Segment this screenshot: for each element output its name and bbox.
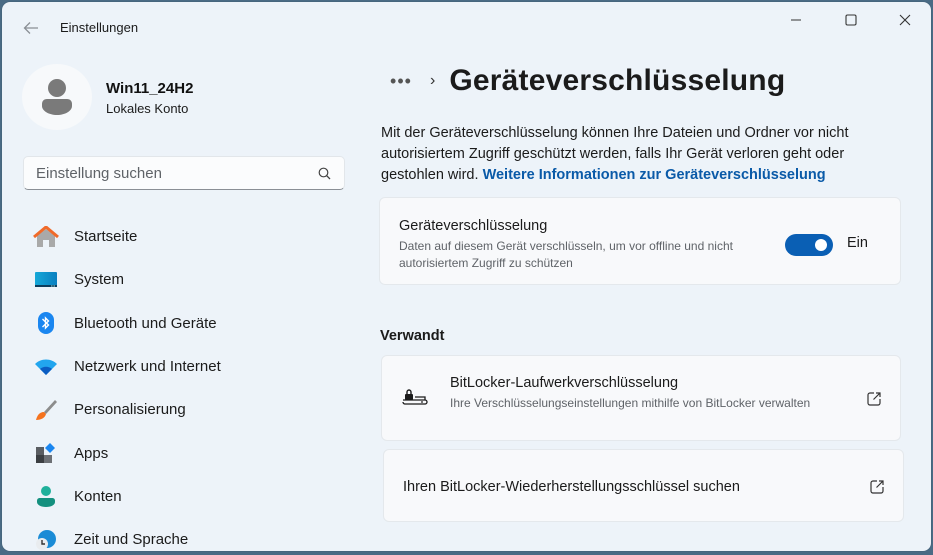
link-title: Ihren BitLocker-Wiederherstellungsschlüs… (403, 479, 740, 495)
breadcrumb-more-button[interactable]: ••• (386, 66, 416, 96)
external-link-icon (866, 391, 882, 407)
bluetooth-icon (32, 311, 60, 335)
arrow-left-icon (23, 22, 38, 34)
sidebar-item-label: Bluetooth und Geräte (74, 314, 217, 332)
sidebar-item-bluetooth[interactable]: Bluetooth und Geräte (24, 302, 354, 345)
bitlocker-drive-icon (402, 388, 428, 406)
device-encryption-toggle[interactable] (785, 234, 833, 256)
account-icon (32, 484, 60, 508)
user-name: Win11_24H2 (106, 80, 194, 97)
chevron-right-icon: › (430, 72, 436, 89)
search-icon[interactable] (316, 165, 332, 181)
app-title: Einstellungen (60, 20, 139, 35)
sidebar-item-label: Apps (74, 444, 109, 462)
back-button[interactable] (16, 14, 46, 42)
account-type: Lokales Konto (106, 101, 189, 116)
close-icon (899, 14, 911, 26)
maximize-button[interactable] (828, 2, 874, 38)
time-language-icon (32, 528, 60, 551)
minimize-icon (791, 19, 801, 21)
breadcrumb: ••• › Geräteverschlüsselung (386, 64, 785, 98)
apps-icon (32, 441, 60, 465)
find-recovery-key-link[interactable]: Ihren BitLocker-Wiederherstellungsschlüs… (383, 449, 904, 522)
sidebar-item-personalisierung[interactable]: Personalisierung (24, 388, 354, 431)
bitlocker-drive-encryption-link[interactable]: BitLocker-Laufwerkverschlüsselung Ihre V… (381, 355, 901, 441)
related-section-title: Verwandt (380, 328, 445, 344)
toggle-state-label: Ein (847, 235, 868, 251)
sidebar-item-startseite[interactable]: Startseite (24, 215, 354, 258)
sidebar-item-zeit-und-sprache[interactable]: Zeit und Sprache (24, 518, 354, 551)
toggle-knob (815, 239, 827, 251)
system-icon (32, 268, 60, 292)
learn-more-link[interactable]: Weitere Informationen zur Geräteverschlü… (483, 167, 826, 183)
link-title: BitLocker-Laufwerkverschlüsselung (450, 375, 679, 391)
sidebar-item-label: Startseite (74, 228, 138, 246)
sidebar-item-label: Personalisierung (74, 401, 186, 419)
user-silhouette-icon (42, 79, 72, 115)
sidebar-item-label: System (74, 271, 125, 289)
sidebar-item-konten[interactable]: Konten (24, 475, 354, 518)
wifi-icon (32, 355, 60, 379)
setting-description: Daten auf diesem Gerät verschlüsseln, um… (399, 239, 733, 270)
sidebar-item-network[interactable]: Netzwerk und Internet (24, 345, 354, 388)
sidebar-item-label: Konten (74, 487, 122, 505)
page-title: Geräteverschlüsselung (449, 64, 786, 97)
link-description: Ihre Verschlüsselungseinstellungen mithi… (450, 396, 811, 410)
minimize-button[interactable] (773, 2, 819, 38)
sidebar-item-label: Netzwerk und Internet (74, 358, 221, 376)
home-icon (32, 225, 60, 249)
device-encryption-card: Geräteverschlüsselung Daten auf diesem G… (379, 197, 901, 285)
avatar (22, 64, 92, 130)
close-button[interactable] (882, 2, 928, 38)
settings-window: Einstellungen Win11_24H2 Lokales Konto E… (2, 2, 931, 551)
sidebar-item-apps[interactable]: Apps (24, 431, 354, 474)
external-link-icon (869, 479, 885, 495)
sidebar-nav: Startseite System Bluetooth und Geräte N… (24, 215, 354, 551)
settings-search[interactable] (23, 156, 345, 190)
brush-icon (32, 398, 60, 422)
maximize-icon (845, 14, 857, 26)
sidebar-item-system[interactable]: System (24, 258, 354, 301)
setting-title: Geräteverschlüsselung (399, 218, 548, 234)
title-bar: Einstellungen (2, 2, 931, 50)
page-description: Mit der Geräteverschlüsselung können Ihr… (381, 123, 911, 186)
search-input[interactable] (36, 164, 316, 182)
sidebar-item-label: Zeit und Sprache (74, 531, 189, 549)
